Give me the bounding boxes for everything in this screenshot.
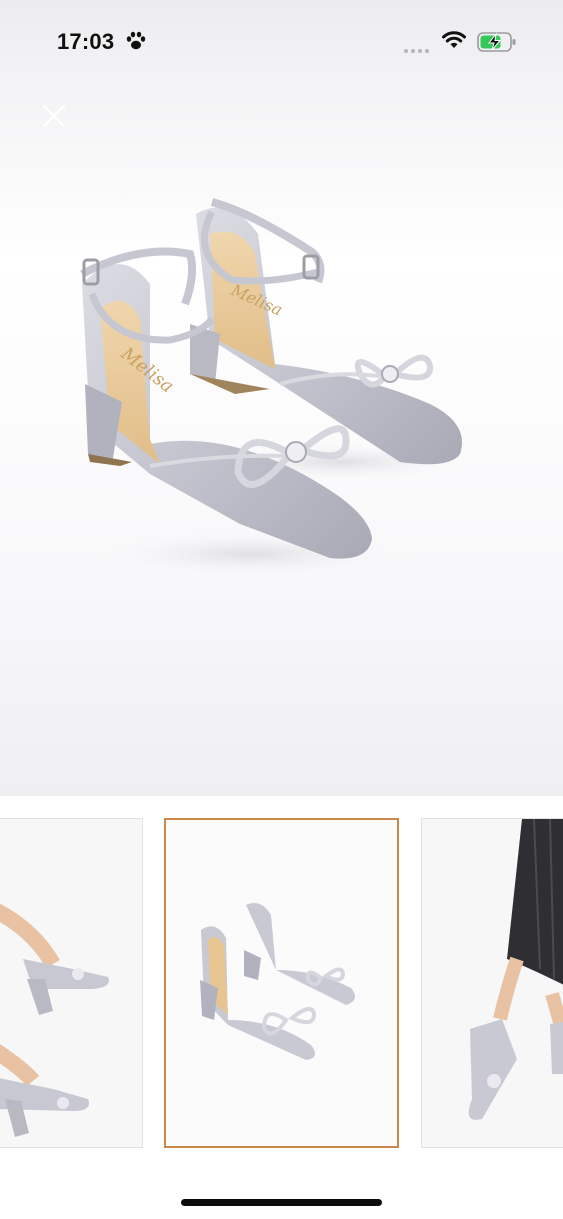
thumbnail-worn-heels-with-skirt[interactable] <box>421 818 563 1148</box>
paw-icon <box>126 31 146 50</box>
thumbnail-worn-heels-side-view[interactable] <box>0 818 143 1148</box>
close-icon[interactable] <box>36 98 72 134</box>
thumbnail-strip <box>0 816 563 1150</box>
hero-product-image[interactable]: Melisa Melisa <box>0 84 563 796</box>
status-bar: 17:03 <box>0 0 563 84</box>
battery-charging-icon <box>477 32 516 52</box>
home-indicator[interactable] <box>181 1199 382 1206</box>
shoes-illustration: Melisa Melisa <box>80 198 490 580</box>
wifi-icon <box>442 31 466 48</box>
cellular-signal-icon <box>404 40 432 58</box>
status-time: 17:03 <box>57 29 115 54</box>
thumbnail-silver-satin-bow-block-heels[interactable] <box>164 818 399 1148</box>
